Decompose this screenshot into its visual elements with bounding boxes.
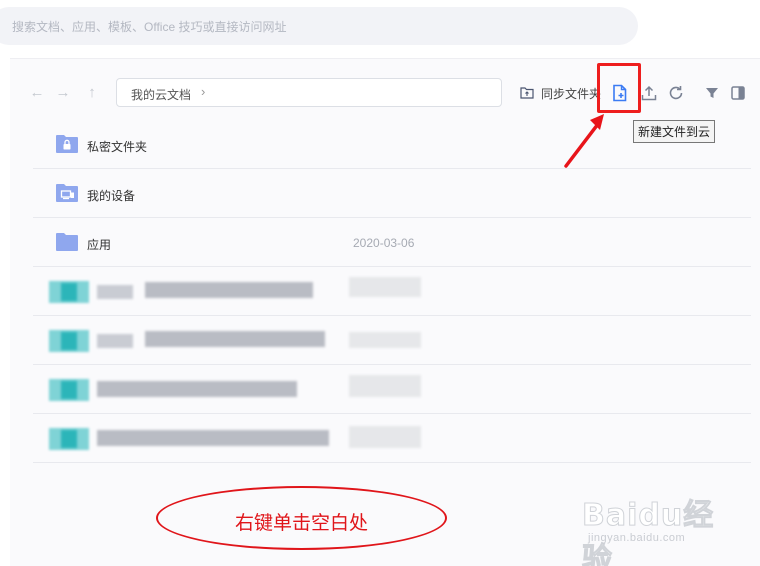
back-arrow-icon[interactable]: ← xyxy=(28,84,46,101)
forward-arrow-icon[interactable]: → xyxy=(54,84,72,101)
refresh-icon[interactable] xyxy=(667,84,685,102)
breadcrumb[interactable]: 我的云文档 › xyxy=(116,78,502,107)
watermark-brand: Baidu经验 xyxy=(582,498,715,566)
blurred-text xyxy=(97,430,329,446)
search-placeholder: 搜索文档、应用、模板、Office 技巧或直接访问网址 xyxy=(12,20,287,34)
breadcrumb-root[interactable]: 我的云文档 xyxy=(131,86,191,103)
blurred-list-item[interactable] xyxy=(33,316,751,365)
up-arrow-icon[interactable]: ↑ xyxy=(83,84,101,101)
chevron-right-icon: › xyxy=(201,84,206,99)
sync-folder-label: 同步文件夹 xyxy=(541,86,602,101)
upload-icon[interactable] xyxy=(640,84,658,102)
device-folder-icon xyxy=(56,184,78,202)
list-item[interactable]: 应用 2020-03-06 xyxy=(33,218,751,267)
blurred-date xyxy=(349,426,421,448)
blurred-list-item[interactable] xyxy=(33,365,751,414)
blurred-date xyxy=(349,375,421,397)
filter-icon[interactable] xyxy=(703,84,721,102)
highlight-box xyxy=(597,63,641,113)
blurred-date xyxy=(349,332,421,348)
file-name: 私密文件夹 xyxy=(87,140,148,154)
lock-folder-icon xyxy=(56,135,78,153)
list-item[interactable]: 私密文件夹 xyxy=(33,120,751,169)
file-name: 应用 xyxy=(87,238,112,252)
blurred-text xyxy=(97,334,133,348)
baidu-watermark: Baidu经验 jingyan.baidu.com xyxy=(582,486,732,566)
blurred-text xyxy=(97,285,133,299)
blurred-file-icon xyxy=(61,283,77,301)
side-panel-icon[interactable] xyxy=(729,84,747,102)
blurred-text xyxy=(97,381,297,397)
annotation-text: 右键单击空白处 xyxy=(234,513,368,534)
search-bar[interactable]: 搜索文档、应用、模板、Office 技巧或直接访问网址 xyxy=(0,7,638,45)
list-item[interactable]: 我的设备 xyxy=(33,169,751,218)
blurred-text xyxy=(145,282,313,298)
blurred-file-icon xyxy=(61,381,77,399)
sync-folder-icon xyxy=(520,87,534,99)
blurred-date xyxy=(349,277,421,297)
blurred-list-item[interactable] xyxy=(33,267,751,316)
sync-folder-button[interactable]: 同步文件夹 xyxy=(520,85,601,101)
blurred-file-icon xyxy=(61,332,77,350)
blurred-file-icon xyxy=(61,430,77,448)
top-bar: 搜索文档、应用、模板、Office 技巧或直接访问网址 xyxy=(0,0,760,56)
blurred-list-item[interactable] xyxy=(33,414,751,463)
watermark-url: jingyan.baidu.com xyxy=(588,532,686,544)
folder-icon xyxy=(56,233,78,251)
file-name: 我的设备 xyxy=(87,189,136,203)
blurred-text xyxy=(145,331,325,347)
file-date: 2020-03-06 xyxy=(353,236,415,250)
